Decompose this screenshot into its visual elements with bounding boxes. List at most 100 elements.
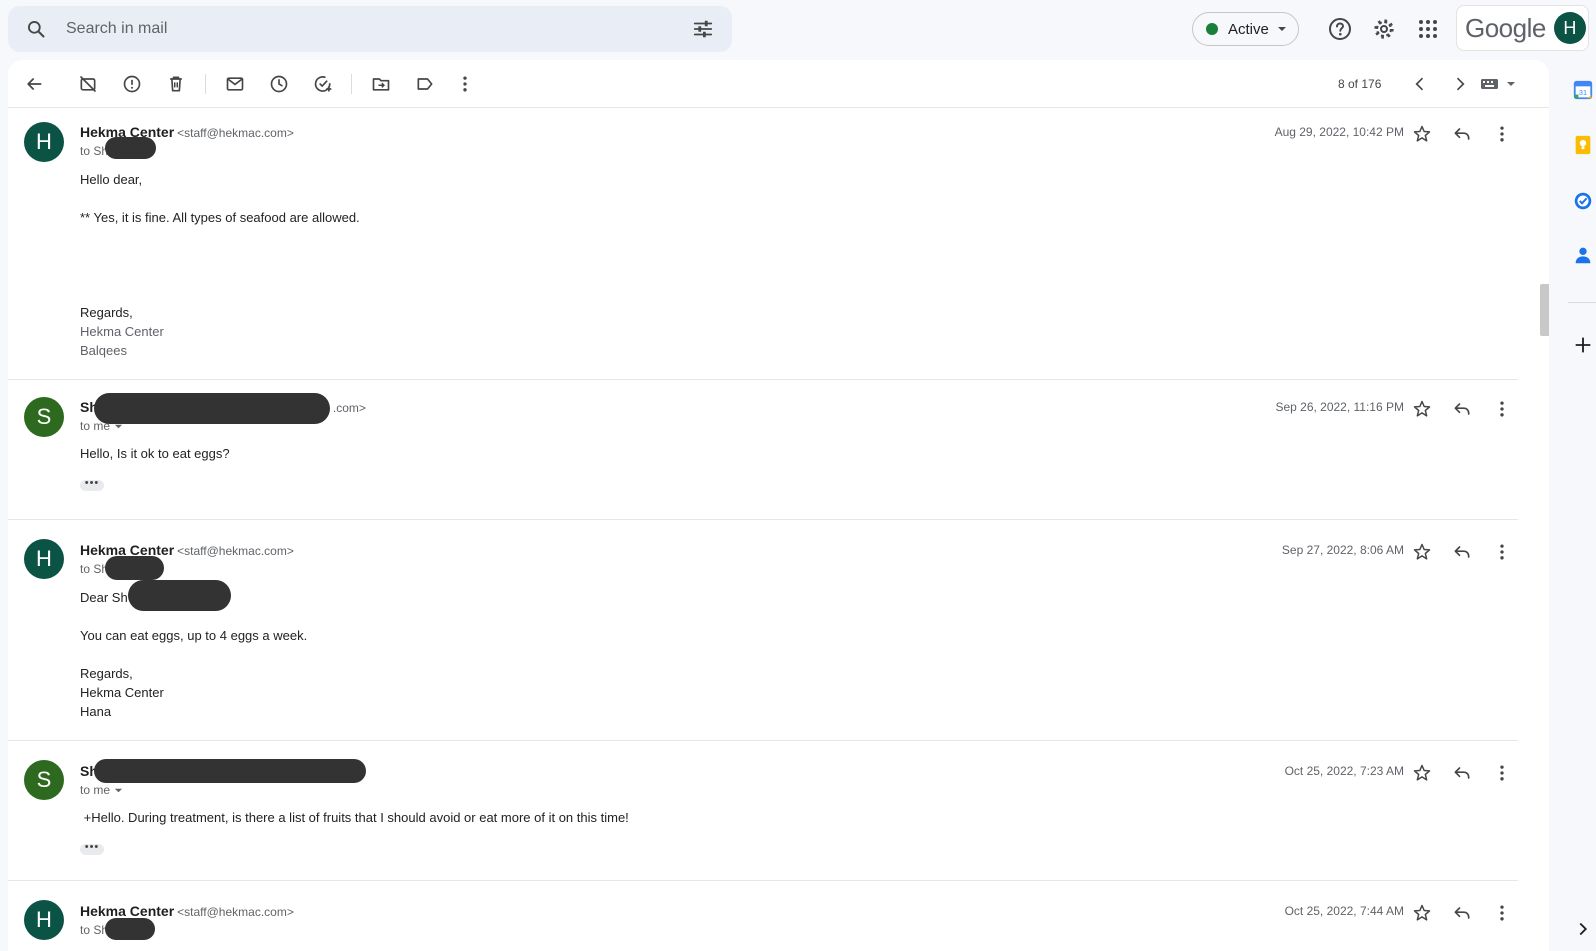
message-item[interactable]: S Sh to me Oct 25, 2022, 7:23 AM +Hello.… [8,742,1518,881]
google-account-switcher[interactable]: Google H [1456,5,1589,51]
message-body: Hello dear, ** Yes, it is fine. All type… [80,170,360,360]
calendar-icon[interactable]: 31 [1572,79,1594,101]
message-divider [8,740,1518,741]
scrollbar-thumb[interactable] [1540,284,1549,336]
more-vertical-icon[interactable] [455,74,475,94]
show-trimmed-content-button[interactable]: ••• [80,478,104,491]
mail-thread-panel: 8 of 176 H Hekma Center <staff@hekmac.com… [8,60,1549,951]
body-line: Hello dear, [80,172,143,187]
toolbar-divider [351,74,352,94]
settings-gear-icon[interactable] [1372,17,1396,41]
message-date: Oct 25, 2022, 7:23 AM [1284,764,1404,778]
google-logo: Google [1465,12,1546,43]
snooze-clock-icon[interactable] [269,74,289,94]
toolbar-divider [205,74,206,94]
mark-unread-mail-icon[interactable] [225,74,245,94]
message-item[interactable]: H Hekma Center <staff@hekmac.com> to Sh A… [8,108,1518,380]
recipient-text: to me [80,783,111,797]
reply-icon[interactable] [1452,763,1472,783]
redaction-block [94,393,330,424]
message-body: Hello, Is it ok to eat eggs? [80,444,230,463]
contacts-icon[interactable] [1572,244,1594,266]
star-icon[interactable] [1412,542,1432,562]
sender-avatar[interactable]: H [24,900,64,940]
chevron-left-icon[interactable] [1410,74,1430,94]
help-icon[interactable] [1328,17,1352,41]
caret-down-icon [1277,27,1286,31]
more-vertical-icon[interactable] [1492,399,1512,419]
message-date: Sep 27, 2022, 8:06 AM [1281,543,1404,557]
sender-avatar[interactable]: H [24,539,64,579]
body-line: ** Yes, it is fine. All types of seafood… [80,210,360,225]
reply-icon[interactable] [1452,124,1472,144]
body-line: You can eat eggs, up to 4 eggs a week. [80,628,308,643]
archive-off-icon[interactable] [78,74,98,94]
status-dot [1206,23,1218,35]
sender-avatar[interactable]: S [24,760,64,800]
sender-email: .com> [332,401,366,415]
body-line: Hekma Center [80,685,164,700]
body-line: Regards, [80,305,133,320]
message-item[interactable]: H Hekma Center <staff@hekmac.com> to Sh O… [8,882,1518,951]
back-arrow-icon[interactable] [24,74,44,94]
label-tag-icon[interactable] [415,74,435,94]
recipient-line[interactable]: to me [80,783,123,797]
sender-avatar[interactable]: S [24,397,64,437]
star-icon[interactable] [1412,399,1432,419]
sender-avatar[interactable]: H [24,122,64,162]
reply-icon[interactable] [1452,399,1472,419]
message-divider [8,880,1518,881]
search-input[interactable] [64,19,692,39]
more-vertical-icon[interactable] [1492,542,1512,562]
recipient-line[interactable]: to me [80,419,123,433]
svg-text:31: 31 [1579,88,1587,97]
signature-line: Balqees [80,343,127,358]
more-vertical-icon[interactable] [1492,124,1512,144]
recipient-line: to Sh [80,562,109,576]
reply-icon[interactable] [1452,903,1472,923]
apps-grid-icon[interactable] [1416,17,1440,41]
search-bar[interactable] [8,6,732,52]
message-divider [8,519,1518,520]
caret-down-icon[interactable] [114,786,123,795]
message-divider [8,379,1518,380]
show-trimmed-content-button[interactable]: ••• [80,842,104,855]
status-dropdown[interactable]: Active [1192,12,1299,46]
reply-icon[interactable] [1452,542,1472,562]
body-line [80,284,360,303]
chevron-right-icon[interactable] [1450,74,1470,94]
message-body: +Hello. During treatment, is there a lis… [80,808,629,827]
caret-down-icon[interactable] [114,422,123,431]
message-date: Sep 26, 2022, 11:16 PM [1275,400,1404,414]
add-to-tasks-icon[interactable] [313,74,333,94]
star-icon[interactable] [1412,903,1432,923]
keep-notes-icon[interactable] [1572,134,1594,156]
body-line: Hello, Is it ok to eat eggs? [80,446,230,461]
message-date: Aug 29, 2022, 10:42 PM [1274,125,1404,139]
star-icon[interactable] [1412,763,1432,783]
delete-trash-icon[interactable] [166,74,186,94]
search-icon[interactable] [26,19,46,39]
star-icon[interactable] [1412,124,1432,144]
sender-name[interactable]: Hekma Center <staff@hekmac.com> [80,903,294,919]
more-vertical-icon[interactable] [1492,763,1512,783]
recipient-line: to Sh [80,923,109,937]
move-to-folder-icon[interactable] [371,74,391,94]
input-tools-keyboard-icon[interactable] [1480,74,1518,94]
tasks-icon[interactable] [1572,190,1594,212]
message-item[interactable]: H Hekma Center <staff@hekmac.com> to Sh S… [8,521,1518,741]
sender-email: <staff@hekmac.com> [177,544,294,558]
body-line [80,189,360,208]
report-spam-icon[interactable] [122,74,142,94]
add-addon-plus-icon[interactable] [1572,334,1594,356]
thread-toolbar: 8 of 176 [8,60,1549,108]
sender-name[interactable]: Hekma Center <staff@hekmac.com> [80,542,294,558]
sender-email: <staff@hekmac.com> [177,905,294,919]
account-avatar[interactable]: H [1553,12,1586,44]
message-item[interactable]: S Sh .com> to me Sep 26, 2022, 11:16 PM H… [8,381,1518,520]
body-line: Hana [80,704,112,719]
expand-panel-chevron-icon[interactable] [1572,918,1594,940]
more-vertical-icon[interactable] [1492,903,1512,923]
search-options-icon[interactable] [692,18,714,40]
pager-count: 8 of 176 [1338,77,1382,91]
